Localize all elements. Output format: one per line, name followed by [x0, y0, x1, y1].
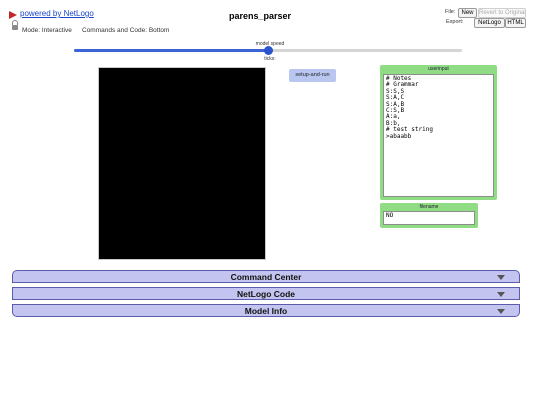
setup-and-run-button[interactable]: setup-and-run: [289, 69, 336, 82]
model-speed-thumb[interactable]: [263, 46, 273, 55]
command-center-panel[interactable]: Command Center: [12, 270, 520, 283]
new-button[interactable]: New: [458, 8, 477, 18]
netlogo-logo-icon: [9, 11, 17, 19]
userinput-textarea[interactable]: # Notes # Grammar S:S,S S:A,C S:A,B C:S,…: [383, 74, 494, 197]
powered-by-link[interactable]: powered by NetLogo: [20, 9, 94, 18]
commands-position-label: Commands and Code: Bottom: [82, 27, 170, 34]
filename-widget: filename NO: [380, 203, 478, 228]
model-info-title: Model Info: [244, 306, 288, 316]
filename-label: filename: [419, 204, 439, 210]
userinput-label: userinput: [428, 66, 449, 72]
model-speed-fill: [74, 49, 268, 52]
netlogo-code-panel[interactable]: NetLogo Code: [12, 287, 520, 300]
revert-to-original-button[interactable]: Revert to Original: [478, 8, 526, 18]
netlogo-code-title: NetLogo Code: [236, 289, 296, 299]
mode-label: Mode: Interactive: [22, 27, 72, 34]
model-title: parens_parser: [228, 11, 292, 21]
userinput-widget: userinput # Notes # Grammar S:S,S S:A,C …: [380, 65, 497, 200]
chevron-down-icon: [497, 309, 505, 314]
file-label: File:: [445, 9, 456, 15]
filename-input[interactable]: NO: [383, 211, 475, 225]
command-center-title: Command Center: [230, 272, 302, 282]
world-view[interactable]: [98, 67, 266, 260]
lock-icon[interactable]: [12, 20, 18, 30]
model-info-panel[interactable]: Model Info: [12, 304, 520, 317]
ticks-label: ticks:: [264, 56, 276, 62]
export-html-button[interactable]: HTML: [505, 18, 526, 28]
export-label: Export:: [446, 19, 464, 25]
export-netlogo-button[interactable]: NetLogo: [474, 18, 505, 28]
chevron-down-icon: [497, 275, 505, 280]
chevron-down-icon: [497, 292, 505, 297]
